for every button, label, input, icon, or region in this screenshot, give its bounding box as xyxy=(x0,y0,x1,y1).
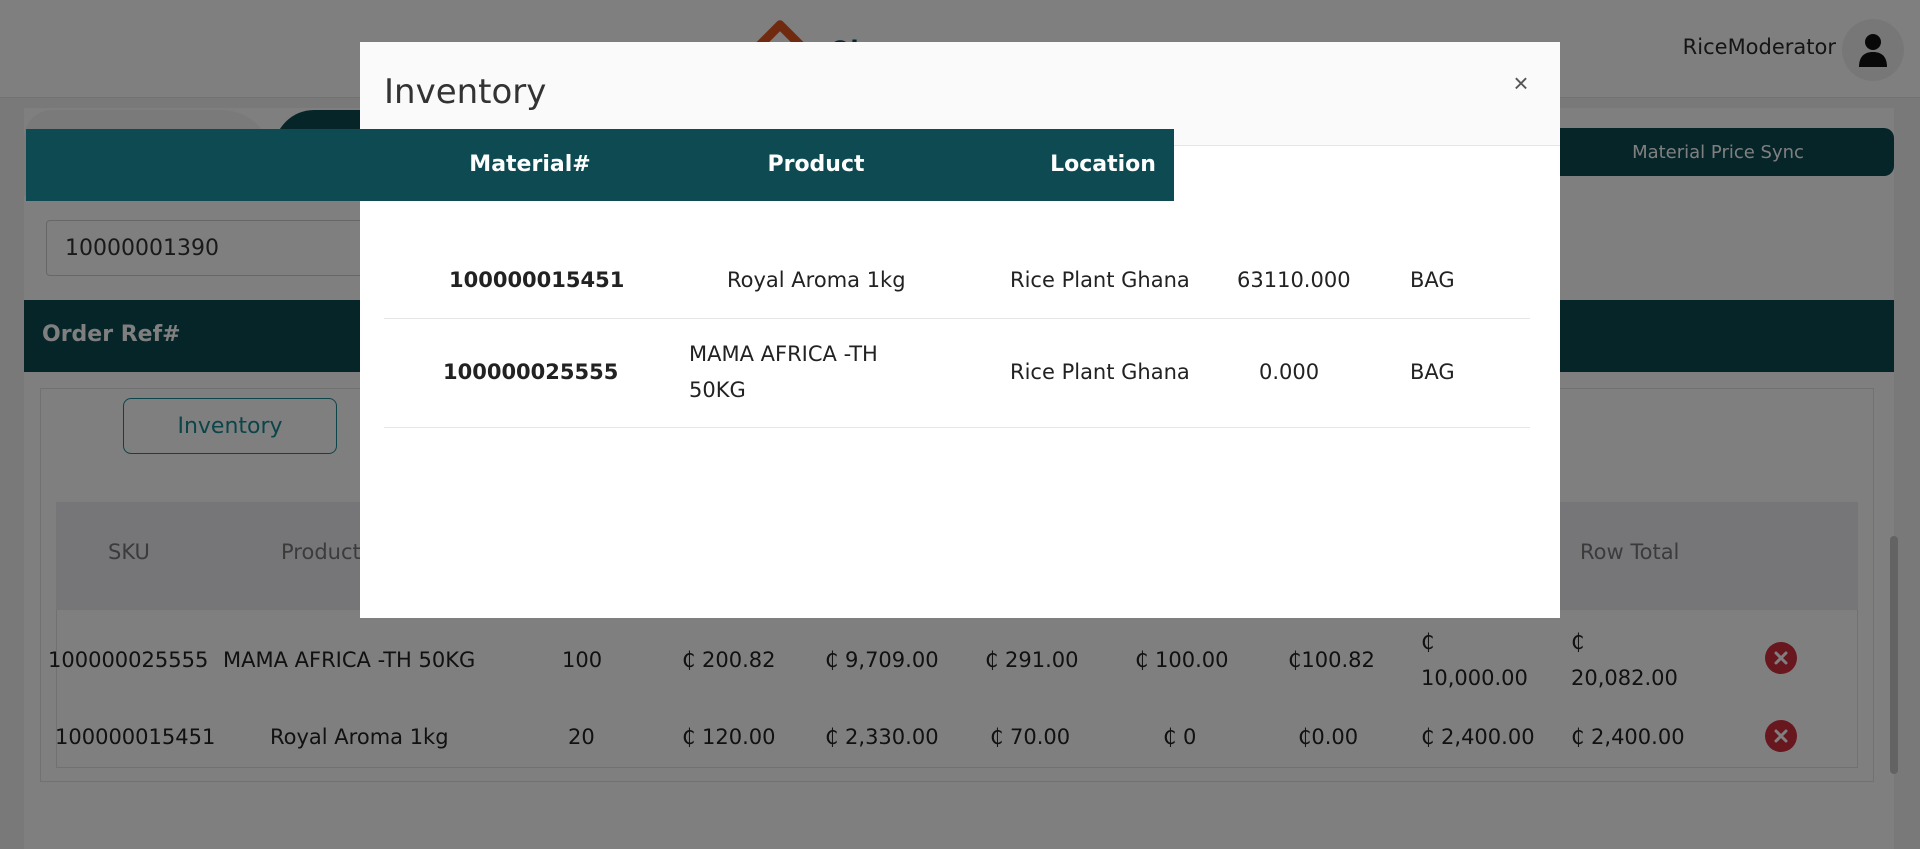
row-divider xyxy=(384,427,1530,428)
column-header-quantity: Quantity xyxy=(1241,152,1349,177)
inventory-row1-material: 100000015451 xyxy=(449,268,625,292)
row-divider xyxy=(384,318,1530,319)
inventory-row2-product-line2: 50KG xyxy=(689,378,746,402)
inventory-row2-uom: BAG xyxy=(1410,360,1455,384)
modal-close-button[interactable]: × xyxy=(1506,68,1536,98)
inventory-row1-uom: BAG xyxy=(1410,268,1455,292)
column-header-uom: UOM xyxy=(1409,152,1469,177)
inventory-row2-material: 100000025555 xyxy=(443,360,619,384)
inventory-row2-product: MAMA AFRICA -TH xyxy=(689,342,878,366)
column-header-product: Product xyxy=(767,152,865,177)
inventory-row2-quantity: 0.000 xyxy=(1259,360,1320,384)
inventory-row1-product: Royal Aroma 1kg xyxy=(727,268,906,292)
modal-title: Inventory xyxy=(384,72,547,112)
column-header-material: Material# xyxy=(469,152,591,177)
inventory-row1-quantity: 63110.000 xyxy=(1237,268,1351,292)
inventory-row1-location: Rice Plant Ghana xyxy=(1010,268,1190,292)
column-header-location: Location xyxy=(1050,152,1156,177)
inventory-row2-location: Rice Plant Ghana xyxy=(1010,360,1190,384)
